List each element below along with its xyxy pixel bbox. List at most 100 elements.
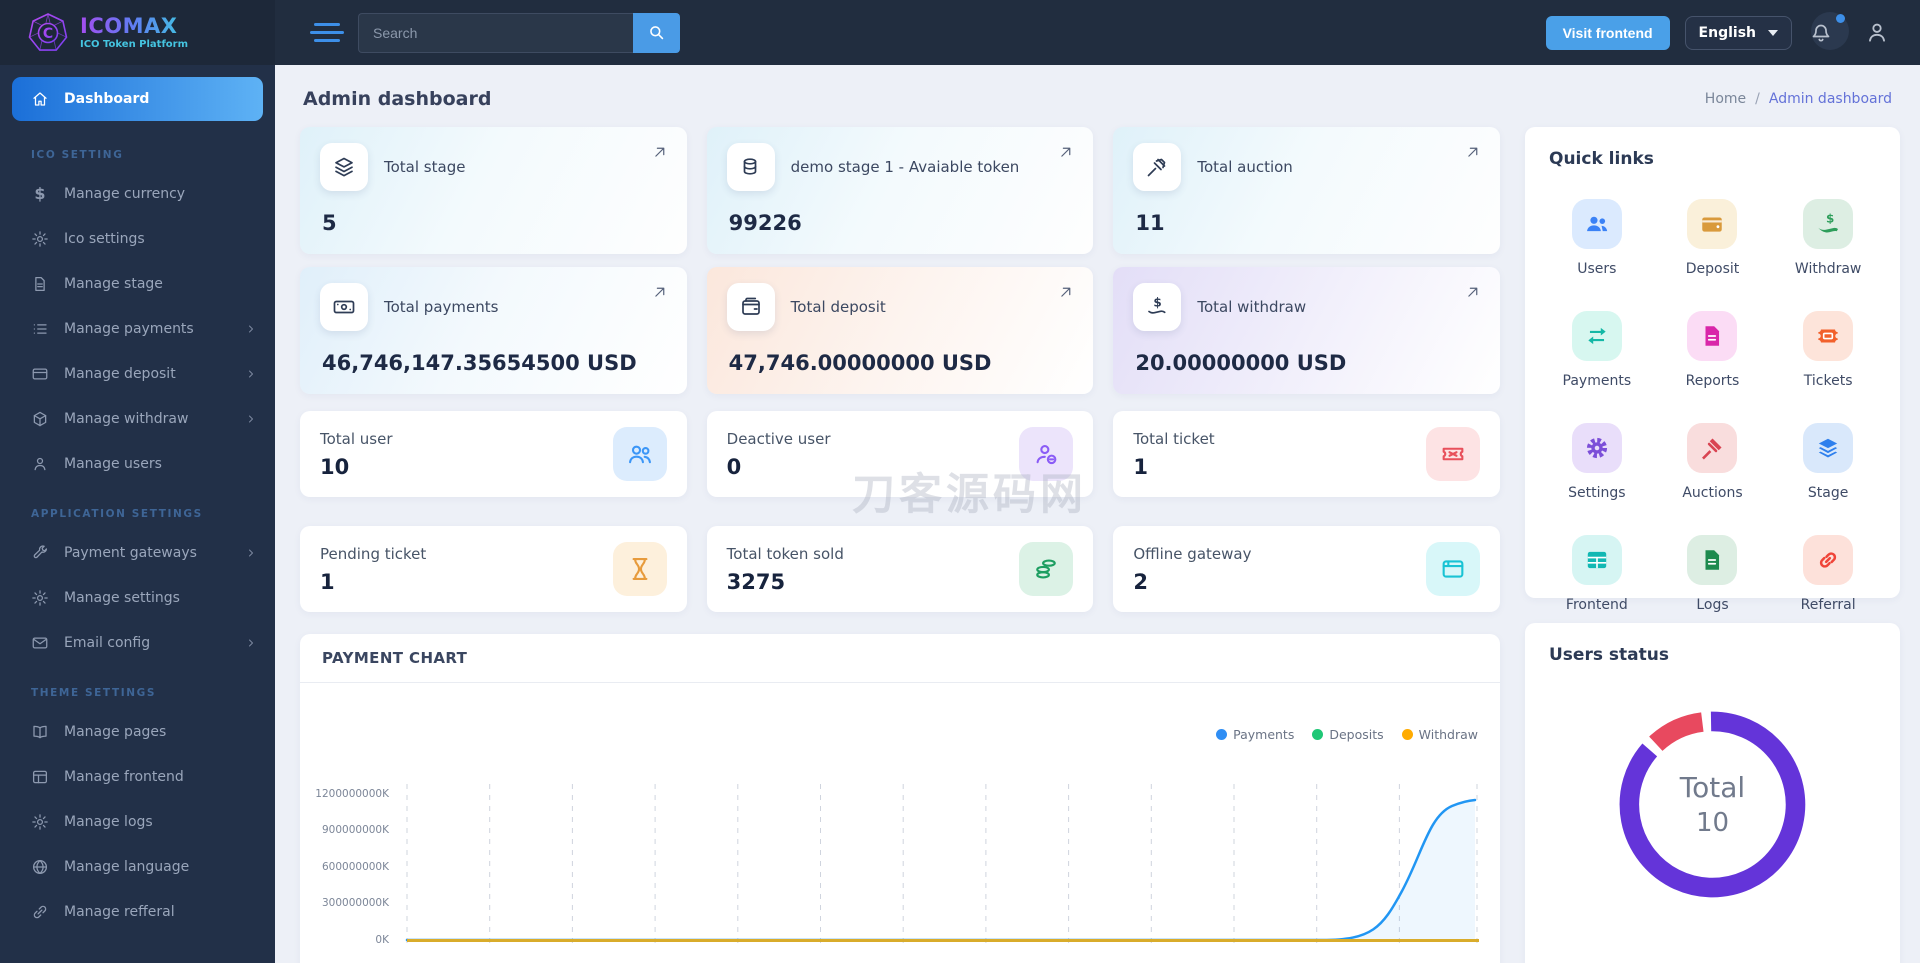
quick-link-payments[interactable]: Payments	[1539, 299, 1655, 401]
sidebar-item-manage-frontend[interactable]: Manage frontend	[0, 754, 275, 799]
sidebar-item-email-config[interactable]: Email config	[0, 620, 275, 665]
sidebar-item-manage-language[interactable]: Manage language	[0, 844, 275, 889]
envelope-icon	[32, 636, 48, 649]
breadcrumb-current: Admin dashboard	[1768, 91, 1892, 107]
users-status-panel: Users status Total 10	[1525, 623, 1900, 963]
sidebar-item-label: Manage withdraw	[64, 410, 189, 427]
search-button[interactable]	[633, 12, 680, 53]
chevron-right-icon	[245, 413, 257, 425]
sidebar-item-manage-deposit[interactable]: Manage deposit	[0, 351, 275, 396]
language-value: English	[1698, 24, 1756, 41]
y-tick: 900000000K	[321, 824, 389, 836]
stat-card-total-token-sold: Total token sold 3275	[706, 526, 1094, 612]
profile-button[interactable]	[1864, 19, 1892, 47]
quick-link-auctions[interactable]: Auctions	[1655, 411, 1771, 513]
quick-link-tickets[interactable]: Tickets	[1770, 299, 1886, 401]
sidebar-item-label: Dashboard	[64, 91, 150, 107]
legend-withdraw[interactable]: Withdraw	[1401, 727, 1478, 742]
open-link-arrow-icon[interactable]	[1464, 283, 1482, 301]
sidebar-item-manage-withdraw[interactable]: Manage withdraw	[0, 396, 275, 441]
quick-link-referral[interactable]: Referral	[1770, 523, 1886, 625]
notification-dot	[1836, 13, 1845, 23]
sidebar-item-manage-payments[interactable]: Manage payments	[0, 306, 275, 351]
dollar-wave-icon: $	[1148, 296, 1166, 314]
sidebar-item-label: Manage frontend	[64, 768, 184, 785]
breadcrumb-home-link[interactable]: Home	[1705, 91, 1746, 107]
sidebar-item-label: Manage refferal	[64, 903, 175, 920]
sidebar-item-manage-settings[interactable]: Manage settings	[0, 575, 275, 620]
dollar-icon: $	[34, 184, 46, 203]
open-link-arrow-icon[interactable]	[1464, 143, 1482, 161]
quick-link-label: Referral	[1800, 597, 1856, 613]
notifications-button[interactable]	[1807, 11, 1849, 54]
sidebar-item-manage-pages[interactable]: Manage pages	[0, 709, 275, 754]
person-icon	[34, 457, 46, 470]
credit-card-icon	[32, 367, 48, 380]
quick-link-label: Settings	[1568, 485, 1626, 501]
sidebar-item-manage-stage[interactable]: Manage stage	[0, 261, 275, 306]
stat-value: 20.00000000 USD	[1135, 351, 1347, 375]
y-tick: 0K	[375, 934, 389, 946]
quick-link-frontend[interactable]: Frontend	[1539, 523, 1655, 625]
sidebar-item-manage-refferal[interactable]: Manage refferal	[0, 889, 275, 934]
sidebar-item-payment-gateways[interactable]: Payment gateways	[0, 530, 275, 575]
search-icon	[650, 26, 664, 40]
legend-payments[interactable]: Payments	[1216, 727, 1294, 742]
menu-toggle-icon[interactable]	[310, 23, 344, 42]
stat-label: demo stage 1 - Avaiable token	[790, 158, 1020, 176]
brand-logo[interactable]: C ICOMAX ICO Token Platform	[0, 0, 275, 65]
legend-dot-payments	[1216, 729, 1228, 740]
hourglass-icon	[632, 558, 648, 580]
quick-link-logs[interactable]: Logs	[1655, 523, 1771, 625]
quick-link-withdraw[interactable]: $ Withdraw	[1770, 187, 1886, 289]
quick-link-users[interactable]: Users	[1539, 187, 1655, 289]
arrows-swap-icon	[1588, 327, 1606, 345]
quick-link-settings[interactable]: Settings	[1539, 411, 1655, 513]
sidebar-item-label: Manage logs	[64, 813, 153, 830]
legend-deposits[interactable]: Deposits	[1312, 727, 1384, 742]
chart-legend: Payments Deposits Withdraw	[300, 727, 1478, 742]
open-link-arrow-icon[interactable]	[651, 143, 669, 161]
stat-value: 99226	[728, 211, 802, 235]
svg-text:$: $	[1826, 211, 1834, 225]
line-chart: 1200000000K 900000000K 600000000K 300000…	[300, 776, 1500, 956]
language-select[interactable]: English	[1684, 15, 1792, 50]
quick-link-deposit[interactable]: Deposit	[1655, 187, 1771, 289]
open-link-arrow-icon[interactable]	[1057, 283, 1075, 301]
banknote-icon	[333, 300, 355, 314]
sidebar-item-label: Ico settings	[64, 230, 145, 247]
document-icon	[35, 276, 45, 291]
bell-icon	[1812, 24, 1830, 42]
sidebar-item-label: Manage pages	[64, 723, 167, 740]
stat-label: Total payments	[384, 298, 499, 316]
sidebar-item-dashboard[interactable]: Dashboard	[12, 77, 263, 121]
quick-link-label: Payments	[1562, 373, 1632, 389]
open-link-arrow-icon[interactable]	[651, 283, 669, 301]
page-header: Admin dashboard Home / Admin dashboard	[303, 88, 1892, 110]
quick-link-label: Withdraw	[1794, 261, 1862, 277]
stat-card-total-deposit: Total deposit 47,746.00000000 USD	[706, 267, 1094, 394]
sidebar-item-label: Payment gateways	[64, 544, 197, 561]
gear-icon	[1586, 437, 1607, 459]
stat-value: 47,746.00000000 USD	[728, 351, 992, 375]
stat-card-offline-gateway: Offline gateway 2	[1113, 526, 1500, 612]
sidebar-item-manage-currency[interactable]: $ Manage currency	[0, 171, 275, 216]
stat-value: 1	[320, 569, 335, 594]
layers-icon	[335, 157, 353, 177]
quick-link-stage[interactable]: Stage	[1770, 411, 1886, 513]
link-icon	[33, 905, 47, 918]
search-input[interactable]	[358, 12, 633, 53]
quick-link-label: Frontend	[1565, 597, 1628, 613]
sidebar-item-manage-logs[interactable]: Manage logs	[0, 799, 275, 844]
search-box	[358, 12, 680, 53]
quick-link-reports[interactable]: Reports	[1655, 299, 1771, 401]
visit-frontend-button[interactable]: Visit frontend	[1545, 15, 1670, 50]
admin-dashboard-app: C ICOMAX ICO Token Platform Dashboard IC…	[0, 0, 1920, 963]
sidebar-item-ico-settings[interactable]: Ico settings	[0, 216, 275, 261]
quick-link-label: Auctions	[1682, 485, 1743, 501]
sidebar-item-manage-users[interactable]: Manage users	[0, 441, 275, 486]
stat-label: Offline gateway	[1133, 544, 1252, 563]
list-icon	[33, 323, 47, 334]
quick-link-label: Deposit	[1685, 261, 1740, 277]
open-link-arrow-icon[interactable]	[1057, 143, 1075, 161]
